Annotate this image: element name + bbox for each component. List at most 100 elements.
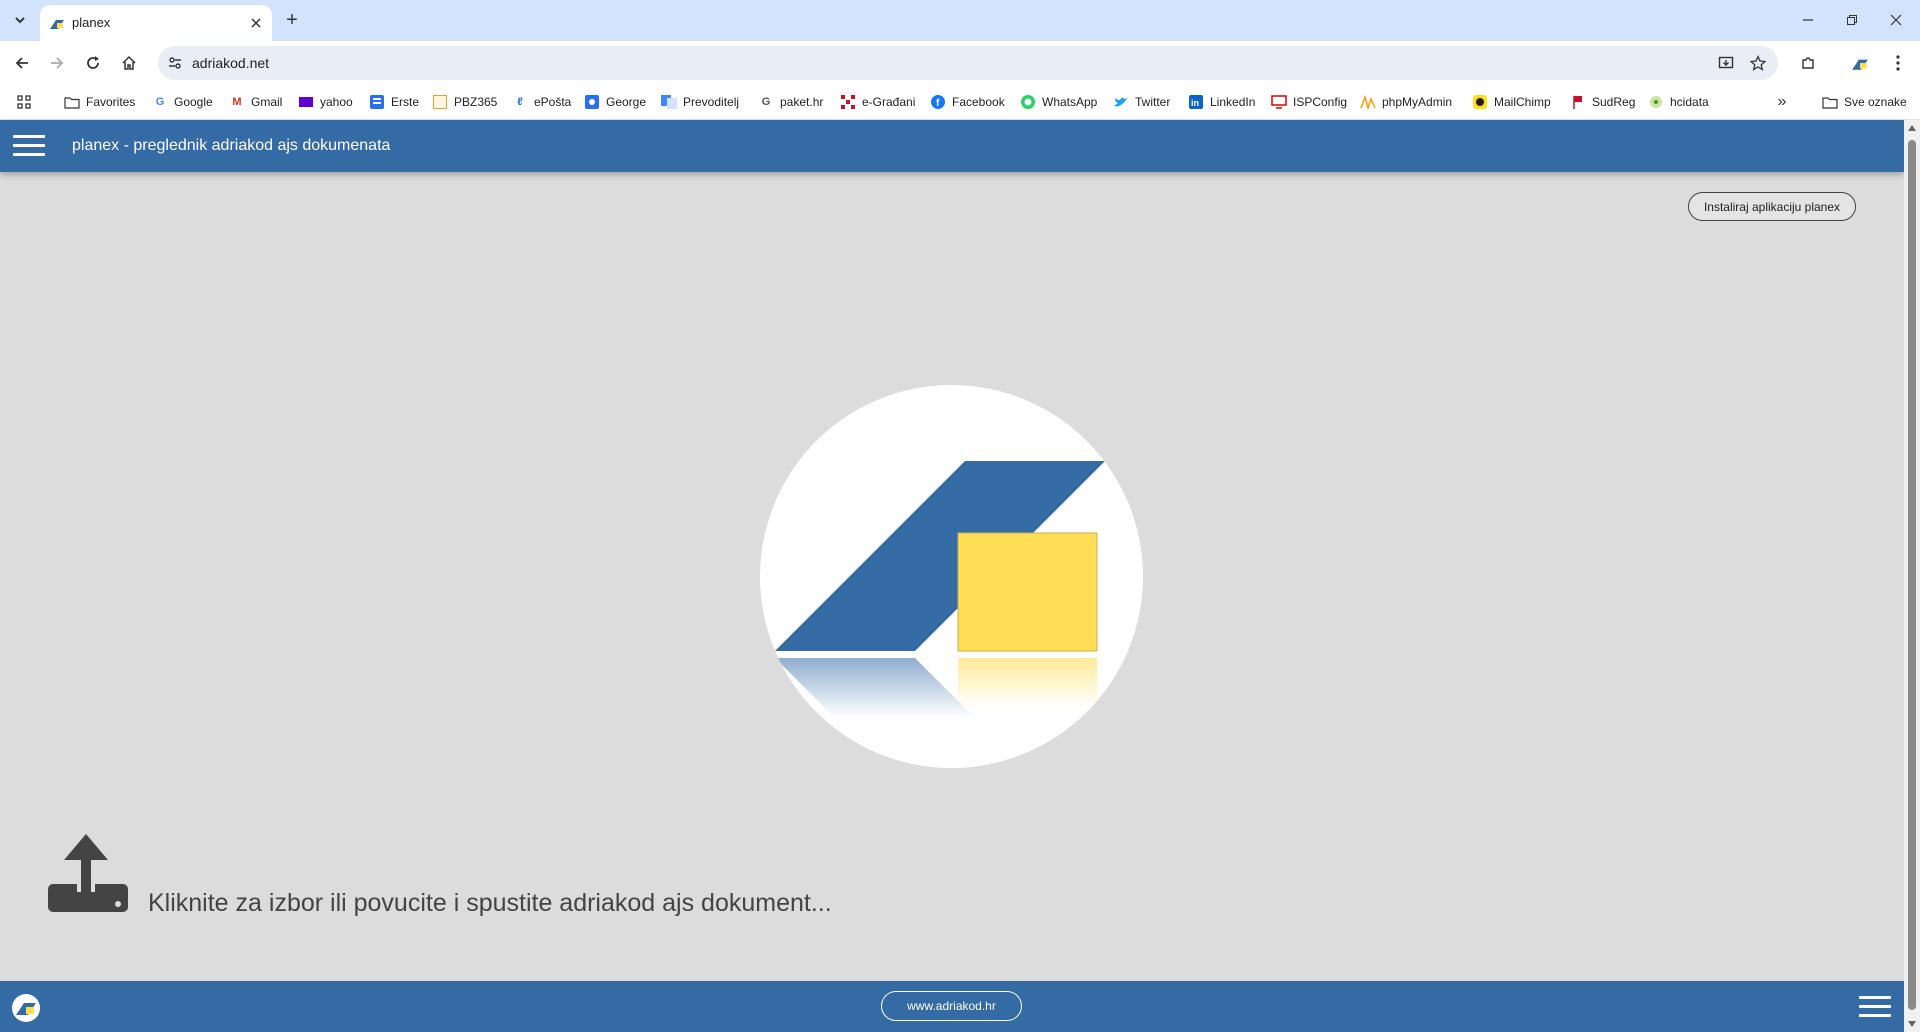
arrow-left-icon xyxy=(15,57,28,69)
facebook-icon: f xyxy=(930,94,946,110)
twitter-icon xyxy=(1113,94,1129,110)
planex-favicon-icon xyxy=(50,20,64,29)
george-icon xyxy=(584,94,600,110)
apps-button[interactable] xyxy=(14,92,34,112)
planex-footer-logo-icon[interactable] xyxy=(12,994,40,1022)
bookmark-eposta[interactable]: ℓ ePošta xyxy=(512,92,571,112)
scroll-down-icon[interactable] xyxy=(1908,1020,1916,1028)
bookmark-label: SudReg xyxy=(1592,95,1636,109)
egradjani-icon xyxy=(840,94,856,110)
hcidata-icon xyxy=(1648,94,1664,110)
reload-button[interactable] xyxy=(79,49,107,77)
new-tab-button[interactable]: + xyxy=(280,8,304,32)
bookmark-prevoditelj[interactable]: Prevoditelj xyxy=(661,92,739,112)
website-link-button[interactable]: www.adriakod.hr xyxy=(881,991,1022,1021)
install-app-button[interactable] xyxy=(1712,49,1740,77)
bookmark-hcidata[interactable]: hcidata xyxy=(1648,92,1709,112)
tab-search-button[interactable] xyxy=(6,8,34,32)
close-icon xyxy=(1890,14,1902,26)
linkedin-icon: in xyxy=(1188,94,1204,110)
upload-icon xyxy=(48,834,128,912)
restore-button[interactable] xyxy=(1836,6,1868,34)
bookmark-ispconfig[interactable]: ISPConfig xyxy=(1271,92,1347,112)
folder-icon xyxy=(1822,94,1838,110)
extensions-button[interactable] xyxy=(1794,49,1822,77)
whatsapp-icon xyxy=(1020,94,1036,110)
bookmark-label: Sve oznake xyxy=(1844,95,1907,109)
hamburger-icon xyxy=(13,135,45,156)
bookmarks-overflow-button[interactable]: » xyxy=(1772,92,1792,112)
footer-menu-button[interactable] xyxy=(1858,993,1892,1021)
bookmark-label: Erste xyxy=(391,95,420,109)
close-tab-button[interactable] xyxy=(246,13,266,33)
back-button[interactable] xyxy=(8,49,36,77)
bookmark-twitter[interactable]: Twitter xyxy=(1113,92,1170,112)
hamburger-menu-button[interactable] xyxy=(12,132,46,160)
ispconfig-icon xyxy=(1271,94,1287,110)
bookmark-google[interactable]: G Google xyxy=(152,92,213,112)
folder-icon xyxy=(64,94,80,110)
home-button[interactable] xyxy=(115,49,143,77)
url-text: adriakod.net xyxy=(192,55,270,71)
bookmark-erste[interactable]: Erste xyxy=(369,92,419,112)
bookmark-phpmyadmin[interactable]: phpMyAdmin xyxy=(1360,92,1452,112)
page-scrollbar[interactable] xyxy=(1904,120,1920,1032)
bookmark-george[interactable]: George xyxy=(584,92,646,112)
puzzle-icon xyxy=(1802,57,1814,69)
close-icon xyxy=(251,18,261,28)
home-icon xyxy=(122,55,136,70)
bookmark-egradjani[interactable]: e-Građani xyxy=(840,92,915,112)
bookmark-label: George xyxy=(606,95,647,109)
bookmark-label: yahoo xyxy=(320,95,353,109)
scrollbar-thumb[interactable] xyxy=(1908,140,1916,1010)
bookmark-favorites[interactable]: Favorites xyxy=(64,92,135,112)
bookmark-star-button[interactable] xyxy=(1744,49,1772,77)
bookmark-label: Facebook xyxy=(952,95,1005,109)
planex-logo xyxy=(760,385,1143,768)
forward-button[interactable] xyxy=(43,49,71,77)
bookmark-label: WhatsApp xyxy=(1042,95,1098,109)
bookmark-sudreg[interactable]: SudReg xyxy=(1570,92,1635,112)
site-info-icon xyxy=(169,57,181,69)
app-footer: www.adriakod.hr xyxy=(0,981,1904,1032)
google-icon: G xyxy=(761,96,771,108)
bookmark-facebook[interactable]: f Facebook xyxy=(930,92,1005,112)
install-icon xyxy=(1718,56,1734,69)
minimize-button[interactable] xyxy=(1792,6,1824,34)
profile-button[interactable] xyxy=(1846,49,1874,77)
bookmark-label: LinkedIn xyxy=(1210,95,1256,109)
gmail-icon: M xyxy=(232,96,242,108)
eposta-icon: ℓ xyxy=(517,96,523,108)
apps-grid-icon xyxy=(17,95,31,109)
more-vert-icon xyxy=(1896,55,1900,71)
browser-tab-strip: planex + xyxy=(0,0,1920,41)
arrow-right-icon xyxy=(51,57,64,69)
bookmark-label: phpMyAdmin xyxy=(1382,95,1453,109)
browser-tab-planex[interactable]: planex xyxy=(40,5,272,41)
install-app-button[interactable]: Instaliraj aplikaciju planex xyxy=(1688,192,1856,221)
all-bookmarks-folder[interactable]: Sve oznake xyxy=(1822,92,1907,112)
scroll-up-icon[interactable] xyxy=(1908,124,1916,132)
page-title: planex - preglednik adriakod ajs dokumen… xyxy=(72,137,391,154)
bookmark-label: hcidata xyxy=(1670,95,1709,109)
bookmark-label: Gmail xyxy=(251,95,283,109)
browser-toolbar: adriakod.net xyxy=(0,41,1920,84)
tab-title: planex xyxy=(72,15,111,30)
svg-text:in: in xyxy=(1191,98,1199,108)
bookmark-paket[interactable]: Gpaket.hr xyxy=(758,92,824,112)
close-window-button[interactable] xyxy=(1880,6,1912,34)
bookmark-gmail[interactable]: M Gmail xyxy=(229,92,282,112)
star-icon xyxy=(1750,55,1766,71)
bookmark-label: ISPConfig xyxy=(1293,95,1348,109)
menu-button[interactable] xyxy=(1884,49,1912,77)
bookmark-label: Favorites xyxy=(86,95,136,109)
address-bar[interactable]: adriakod.net xyxy=(158,46,1778,80)
upload-prompt[interactable]: Kliknite za izbor ili povucite i spustit… xyxy=(148,889,832,918)
bookmark-pbz365[interactable]: PBZ365 xyxy=(432,92,497,112)
bookmark-yahoo[interactable]: yahoo xyxy=(298,92,353,112)
bookmark-whatsapp[interactable]: WhatsApp xyxy=(1020,92,1097,112)
bookmark-linkedin[interactable]: in LinkedIn xyxy=(1188,92,1255,112)
chevron-down-icon xyxy=(15,17,25,24)
bookmark-label: e-Građani xyxy=(862,95,916,109)
bookmark-mailchimp[interactable]: MailChimp xyxy=(1472,92,1551,112)
